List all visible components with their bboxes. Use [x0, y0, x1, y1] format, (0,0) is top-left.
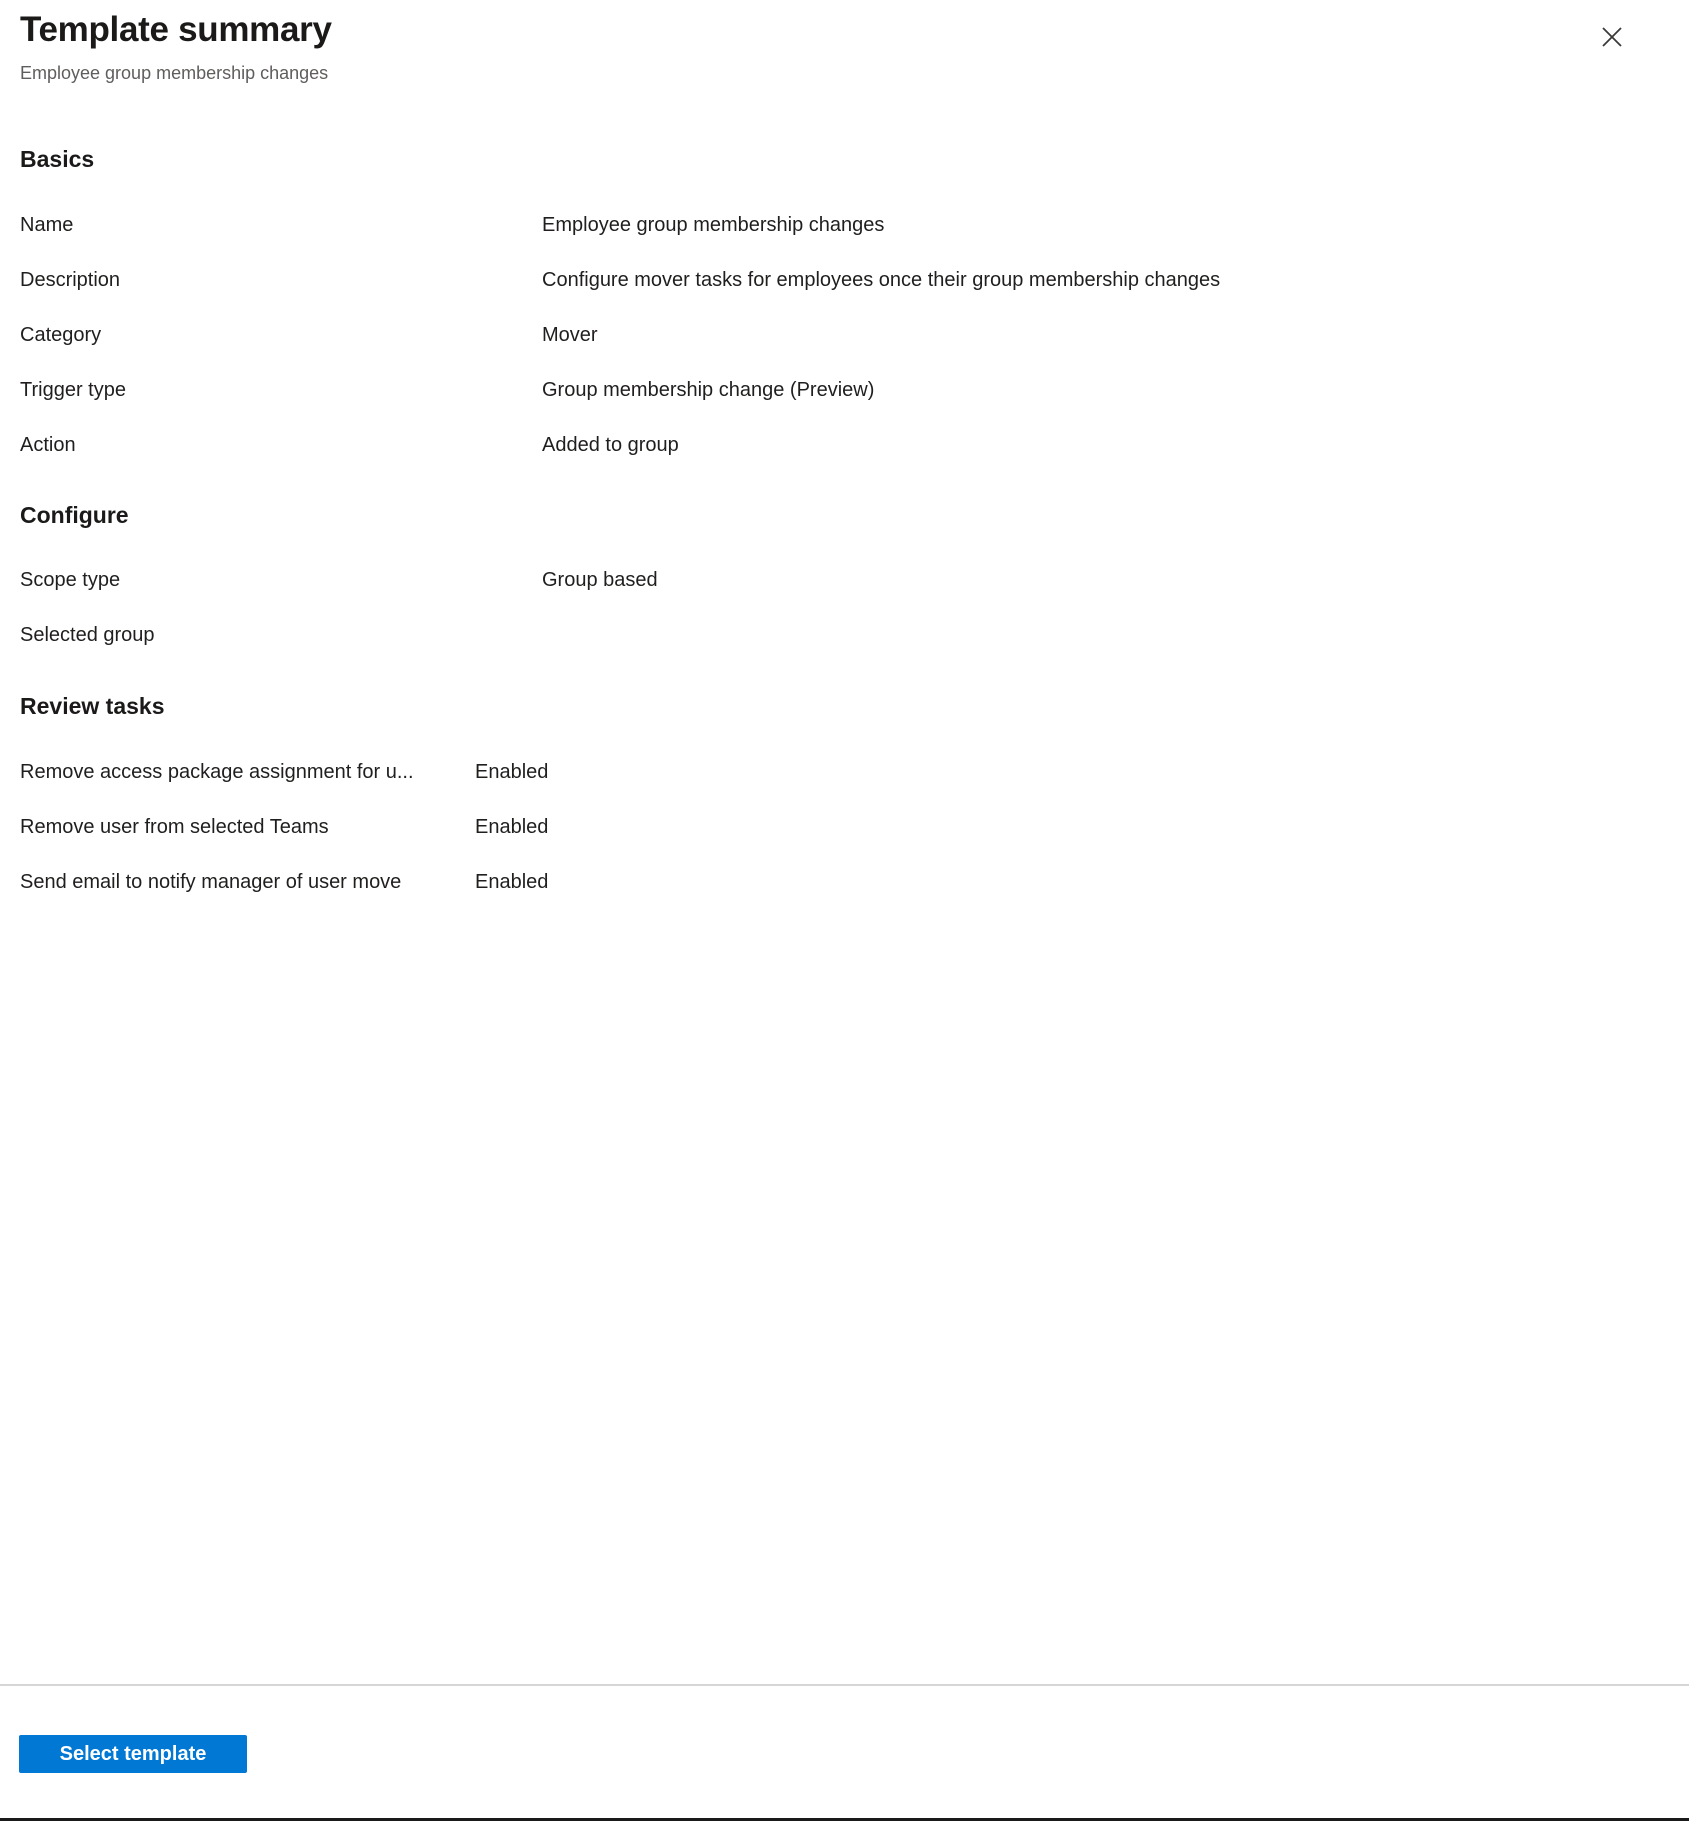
section-basics: Basics Name Employee group membership ch…	[0, 110, 1689, 473]
close-icon	[1601, 26, 1623, 48]
summary-row-trigger-type: Trigger type Group membership change (Pr…	[0, 363, 1689, 418]
section-review-tasks: Review tasks Remove access package assig…	[0, 663, 1689, 910]
summary-row-scope-type: Scope type Group based	[0, 553, 1689, 608]
section-rows-configure: Scope type Group based Selected group	[0, 553, 1689, 663]
row-label: Action	[20, 433, 76, 456]
row-value: Mover	[542, 323, 598, 346]
row-label: Scope type	[20, 569, 121, 592]
summary-row-description: Description Configure mover tasks for em…	[0, 253, 1689, 308]
panel-footer: Select template	[0, 1684, 1689, 1818]
section-heading-review-tasks: Review tasks	[20, 693, 165, 720]
row-label: Name	[20, 213, 74, 236]
select-template-button[interactable]: Select template	[19, 1735, 247, 1773]
section-configure: Configure Scope type Group based Selecte…	[0, 473, 1689, 664]
section-rows-review-tasks: Remove access package assignment for u..…	[0, 745, 1689, 910]
summary-row-remove-user-from-teams: Remove user from selected Teams Enabled	[0, 800, 1689, 855]
summary-row-selected-group: Selected group	[0, 608, 1689, 663]
row-label: Remove access package assignment for u..…	[20, 760, 414, 783]
row-label: Selected group	[20, 624, 155, 647]
section-heading-configure: Configure	[20, 501, 129, 528]
row-label: Send email to notify manager of user mov…	[20, 870, 402, 893]
summary-row-category: Category Mover	[0, 308, 1689, 363]
summary-row-action: Action Added to group	[0, 418, 1689, 473]
row-value: Employee group membership changes	[542, 213, 885, 236]
row-value: Added to group	[542, 433, 679, 456]
row-value: Enabled	[475, 815, 549, 838]
row-label: Category	[20, 323, 102, 346]
row-label: Remove user from selected Teams	[20, 815, 329, 838]
row-label: Trigger type	[20, 378, 126, 401]
summary-row-name: Name Employee group membership changes	[0, 198, 1689, 253]
row-value: Group membership change (Preview)	[542, 378, 875, 401]
section-heading-basics: Basics	[20, 146, 95, 172]
section-rows-basics: Name Employee group membership changes D…	[0, 198, 1689, 473]
row-label: Description	[20, 268, 121, 291]
summary-row-remove-access-package: Remove access package assignment for u..…	[0, 745, 1689, 800]
page-title: Template summary	[20, 10, 332, 49]
summary-body: Basics Name Employee group membership ch…	[0, 110, 1689, 1683]
row-value: Enabled	[475, 870, 549, 893]
summary-row-send-email-notify-manager: Send email to notify manager of user mov…	[0, 855, 1689, 910]
panel-header: Template summary Employee group membersh…	[0, 0, 1689, 110]
row-value: Configure mover tasks for employees once…	[542, 268, 1221, 291]
page-subtitle: Employee group membership changes	[20, 63, 329, 83]
close-button[interactable]	[1592, 17, 1632, 57]
row-value: Group based	[542, 569, 658, 592]
row-value: Enabled	[475, 760, 549, 783]
